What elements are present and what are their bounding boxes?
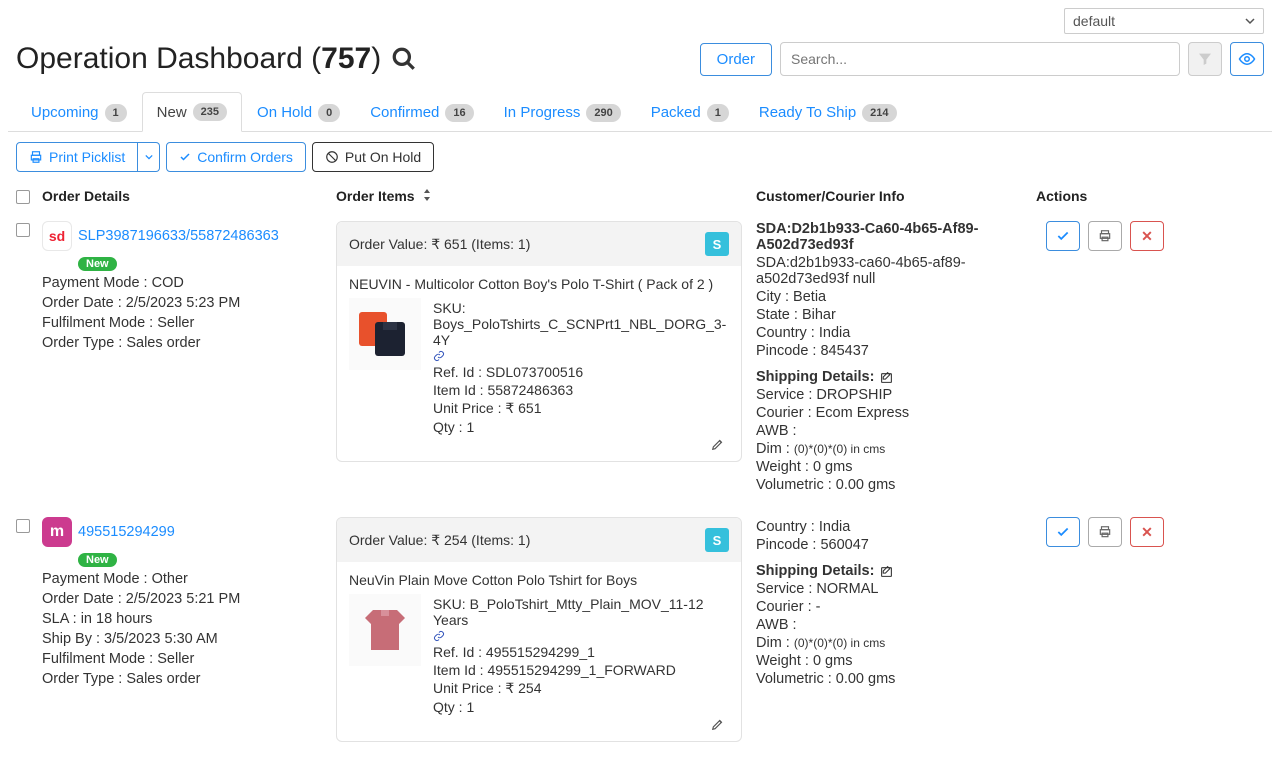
search-input[interactable] xyxy=(780,42,1180,76)
ban-icon xyxy=(325,150,339,164)
tab-inprogress[interactable]: In Progress290 xyxy=(489,92,636,132)
row-checkbox[interactable] xyxy=(16,223,30,237)
col-order-details: Order Details xyxy=(42,188,336,207)
printer-icon xyxy=(29,150,43,164)
row-checkbox[interactable] xyxy=(16,519,30,533)
order-id-link[interactable]: 495515294299 xyxy=(78,524,175,540)
filter-button[interactable] xyxy=(1188,42,1222,76)
check-icon xyxy=(179,151,191,163)
edit-item-icon[interactable] xyxy=(711,437,725,451)
col-actions: Actions xyxy=(1036,188,1276,207)
order-value: Order Value: ₹ 254 (Items: 1) xyxy=(349,532,530,549)
confirm-action[interactable] xyxy=(1046,221,1080,251)
tab-confirmed[interactable]: Confirmed16 xyxy=(355,92,488,132)
workspace-select[interactable]: default xyxy=(1064,8,1264,34)
order-button[interactable]: Order xyxy=(700,43,772,76)
caret-down-icon xyxy=(1245,16,1255,26)
page-title: Operation Dashboard (757) xyxy=(16,42,381,76)
order-row: sd SLP3987196633/55872486363 New Payment… xyxy=(8,215,1272,511)
customer-name: SDA:D2b1b933-Ca60-4b65-Af89-A502d73ed93f xyxy=(756,221,1026,253)
filter-icon xyxy=(1197,51,1213,67)
col-customer-info: Customer/Courier Info xyxy=(756,188,1036,207)
tab-readytoship[interactable]: Ready To Ship214 xyxy=(744,92,912,132)
confirm-orders-button[interactable]: Confirm Orders xyxy=(166,142,306,172)
view-button[interactable] xyxy=(1230,42,1264,76)
item-thumbnail xyxy=(349,594,421,666)
cancel-action[interactable]: ✕ xyxy=(1130,517,1164,547)
order-items-card: Order Value: ₹ 254 (Items: 1) S NeuVin P… xyxy=(336,517,742,742)
order-value: Order Value: ₹ 651 (Items: 1) xyxy=(349,236,530,253)
edit-shipping-icon[interactable] xyxy=(880,565,893,578)
print-picklist-menu[interactable] xyxy=(138,142,160,172)
select-all-checkbox[interactable] xyxy=(16,190,30,204)
link-icon[interactable] xyxy=(433,350,729,362)
confirm-action[interactable] xyxy=(1046,517,1080,547)
order-row: m 495515294299 New Payment Mode : Other … xyxy=(8,511,1272,760)
status-badge: New xyxy=(78,257,117,271)
print-picklist-button[interactable]: Print Picklist xyxy=(16,142,138,172)
tab-packed[interactable]: Packed1 xyxy=(636,92,744,132)
item-title: NeuVin Plain Move Cotton Polo Tshirt for… xyxy=(349,572,729,588)
order-id-link[interactable]: SLP3987196633/55872486363 xyxy=(78,228,279,244)
source-badge-meesho: m xyxy=(42,517,72,547)
tab-new[interactable]: New235 xyxy=(142,92,242,132)
search-icon[interactable] xyxy=(391,46,417,72)
source-badge-snapdeal: sd xyxy=(42,221,72,251)
edit-item-icon[interactable] xyxy=(711,717,725,731)
tab-onhold[interactable]: On Hold0 xyxy=(242,92,355,132)
s-button[interactable]: S xyxy=(705,528,729,552)
status-tabs: Upcoming1 New235 On Hold0 Confirmed16 In… xyxy=(8,92,1272,132)
item-thumbnail xyxy=(349,298,421,370)
s-button[interactable]: S xyxy=(705,232,729,256)
order-items-card: Order Value: ₹ 651 (Items: 1) S NEUVIN -… xyxy=(336,221,742,462)
put-on-hold-button[interactable]: Put On Hold xyxy=(312,142,434,172)
col-order-items[interactable]: Order Items xyxy=(336,188,756,207)
status-badge: New xyxy=(78,553,117,567)
item-title: NEUVIN - Multicolor Cotton Boy's Polo T-… xyxy=(349,276,729,292)
eye-icon xyxy=(1238,50,1256,68)
sort-icon xyxy=(422,189,432,201)
tab-upcoming[interactable]: Upcoming1 xyxy=(16,92,142,132)
caret-down-icon xyxy=(145,153,153,161)
edit-shipping-icon[interactable] xyxy=(880,371,893,384)
print-action[interactable] xyxy=(1088,221,1122,251)
cancel-action[interactable]: ✕ xyxy=(1130,221,1164,251)
link-icon[interactable] xyxy=(433,630,729,642)
print-action[interactable] xyxy=(1088,517,1122,547)
